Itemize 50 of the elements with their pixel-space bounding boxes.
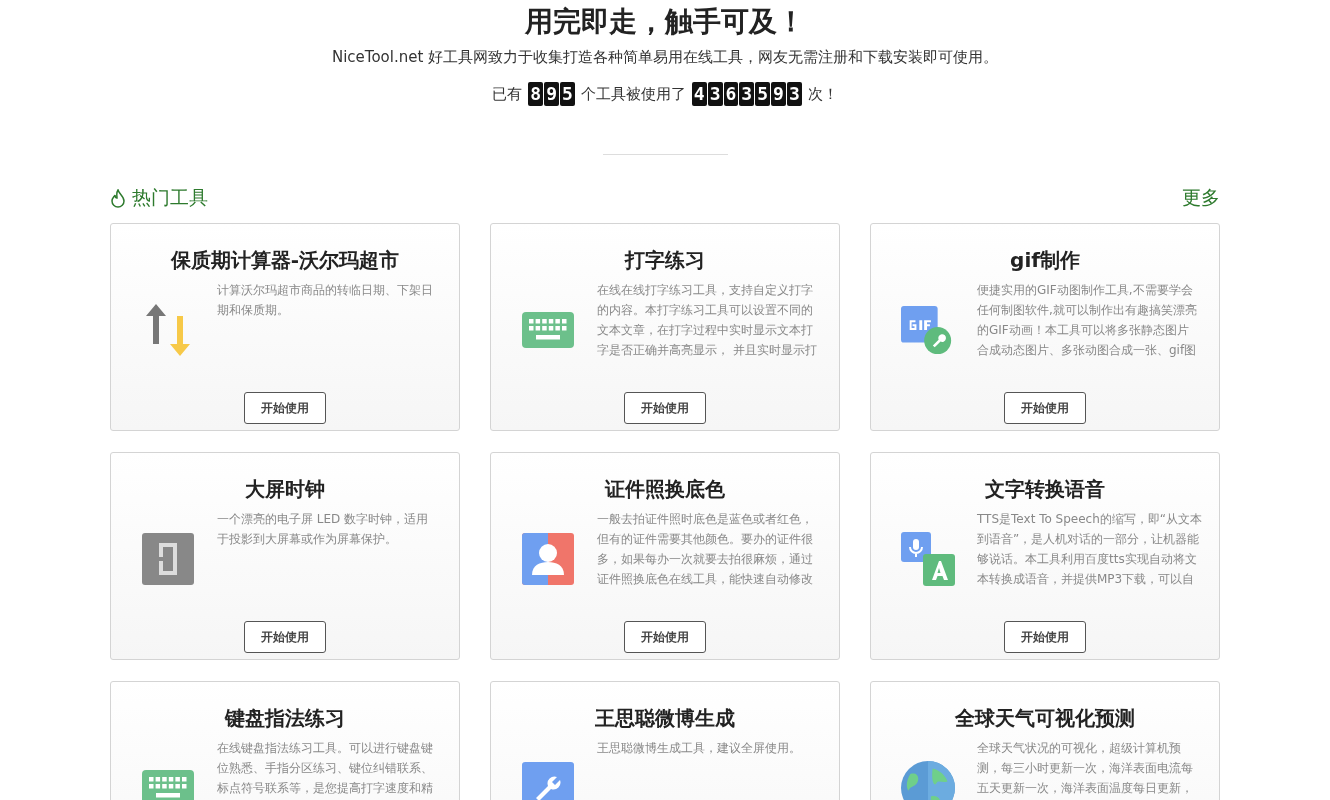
- counter-digit: 8: [528, 82, 544, 106]
- digital-clock-icon: [142, 533, 194, 585]
- tool-title: 文字转换语音: [985, 476, 1105, 503]
- start-button[interactable]: 开始使用: [244, 392, 326, 424]
- tool-title: 保质期计算器-沃尔玛超市: [170, 247, 400, 274]
- tool-title: 打字练习: [625, 247, 705, 274]
- start-button[interactable]: 开始使用: [624, 392, 706, 424]
- stats-text: 已有: [492, 84, 523, 104]
- start-button[interactable]: 开始使用: [1004, 392, 1086, 424]
- site-description: NiceTool.net 好工具网致力于收集打造各种简单易用在线工具，网友无需注册和下载安装即可使用。: [331, 47, 999, 68]
- start-button[interactable]: 开始使用: [624, 621, 706, 653]
- tool-description: 计算沃尔玛超市商品的转临日期、下架日 期和保质期。: [217, 282, 433, 319]
- page-title: 用完即走，触手可及！: [525, 4, 805, 40]
- counter-digit: 6: [723, 82, 739, 106]
- up-down-arrows-icon: [144, 304, 192, 356]
- tool-description: 一般去拍证件照时底色是蓝色或者红色， 但有的证件需要其他颜色。要办的证件很 多，如果每办一次就要去拍很麻烦，通过 证件照换底色在线工具，能快速自动修改: [597, 511, 813, 588]
- stats-text: 次！: [807, 84, 838, 104]
- counter-digit: 4: [691, 82, 707, 106]
- tool-description: 便捷实用的GIF动图制作工具,不需要学会 任何制图软件,就可以制作出有趣搞笑漂亮 的GIF动画！本工具可以将多张静态图片 合成动态图片、多张动图合成一张、gif图: [977, 282, 1197, 359]
- section-title: 热门工具: [132, 185, 208, 210]
- tool-title: 证件照换底色: [605, 476, 725, 503]
- tool-description: TTS是Text To Speech的缩写，即“从文本 到语音”，是人机对话的一部分，让机器能 够说话。本工具利用百度tts实现自动将文 本转换成语音，并提供MP3下载，可以自: [977, 511, 1203, 588]
- keyboard-icon: [522, 312, 574, 348]
- counter-digit: 9: [544, 82, 559, 106]
- stats-text: 个工具被使用了: [580, 84, 686, 104]
- tool-description: 在线在线打字练习工具，支持自定义打字 的内容。本打字练习工具可以设置不同的 文本文章，在打字过程中实时显示文本打 字是否正确并高亮显示， 并且实时显示打: [597, 282, 817, 359]
- start-button[interactable]: 开始使用: [244, 621, 326, 653]
- more-link[interactable]: 更多: [1182, 185, 1220, 211]
- counter-digit: 3: [739, 82, 755, 106]
- tool-title: 全球天气可视化预测: [955, 705, 1135, 732]
- counter-digit: 5: [559, 82, 575, 106]
- counter-digit: 5: [755, 82, 771, 106]
- tool-title: gif制作: [1010, 247, 1080, 274]
- tool-description: 全球天气状况的可视化，超级计算机预 测，每三小时更新一次，海洋表面电流每 五天更新一次，海洋表面温度每日更新，: [977, 740, 1193, 797]
- tool-description: 一个漂亮的电子屏 LED 数字时钟，适用 于投影到大屏幕或作为屏幕保护。: [217, 511, 429, 548]
- counter-digit: 3: [707, 82, 723, 106]
- wrench-icon: [522, 762, 574, 800]
- counter-digit: 3: [786, 82, 802, 106]
- id-photo-icon: [522, 533, 574, 585]
- start-button[interactable]: 开始使用: [1004, 621, 1086, 653]
- tool-title: 键盘指法练习: [225, 705, 345, 732]
- flame-icon: [110, 188, 126, 208]
- globe-icon: [901, 759, 955, 800]
- voice-text-icon: [901, 532, 955, 586]
- tool-title: 大屏时钟: [245, 476, 325, 503]
- tool-title: 王思聪微博生成: [595, 705, 735, 732]
- keyboard-icon: [142, 770, 194, 800]
- tool-description: 王思聪微博生成工具，建议全屏使用。: [597, 740, 801, 757]
- tool-description: 在线键盘指法练习工具。可以进行键盘键 位熟悉、手指分区练习、键位纠错联系、 标点符号联系等，是您提高打字速度和精: [217, 740, 433, 797]
- counter-digit: 9: [771, 82, 786, 106]
